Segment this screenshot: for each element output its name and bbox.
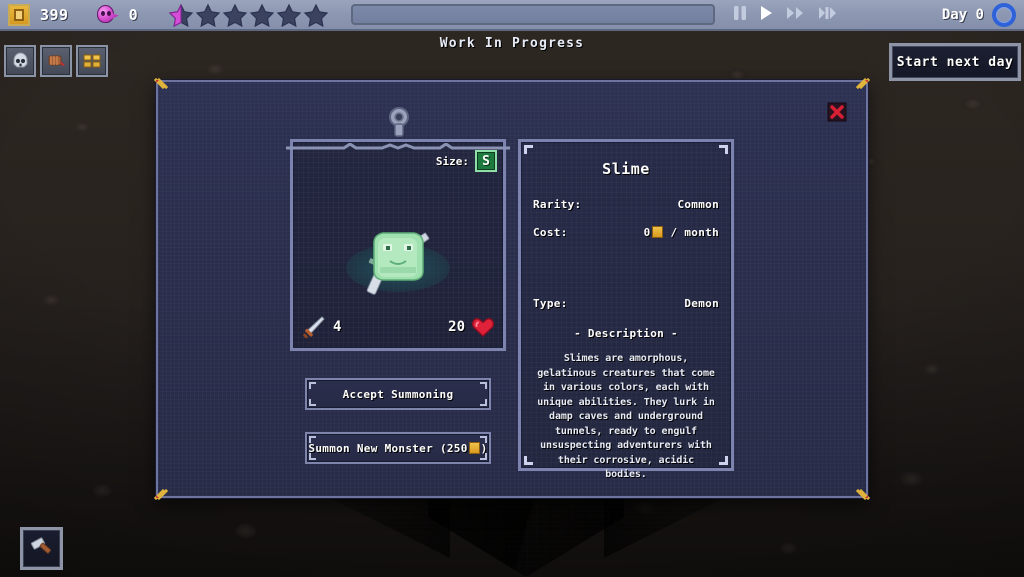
gold-counter: 399 xyxy=(0,0,69,29)
day-label: Day 0 xyxy=(941,6,984,23)
monster-preview-panel: Size: S 4 20 xyxy=(290,139,506,351)
star-empty xyxy=(195,3,221,27)
heart-icon xyxy=(471,318,495,337)
resource-slot-row xyxy=(4,45,108,77)
speed-controls xyxy=(733,5,839,25)
star-empty xyxy=(303,3,329,27)
star-empty xyxy=(276,3,302,27)
play-button[interactable] xyxy=(760,5,773,25)
description-text: Slimes are amorphous, gelatinous creatur… xyxy=(537,353,715,480)
gold-coin-icon xyxy=(468,442,480,454)
monster-name: Slime xyxy=(602,160,650,178)
info-corner-bottom-right xyxy=(719,456,728,465)
cost-value: 0 xyxy=(643,226,651,239)
soul-ghost-icon xyxy=(96,4,119,25)
hammer-icon xyxy=(30,536,51,554)
type-row: Type: Demon xyxy=(533,297,719,310)
monster-info-panel: Slime Rarity: Common Cost: 0 / month Typ… xyxy=(518,139,734,480)
ultra-fast-forward-button[interactable] xyxy=(818,5,839,25)
size-indicator: Size: S xyxy=(436,150,497,172)
soul-value: 0 xyxy=(128,5,139,24)
sword-icon xyxy=(303,316,325,339)
cost-value-group: 0 / month xyxy=(644,226,719,239)
progress-bar xyxy=(351,4,716,25)
skull-resource-slot[interactable] xyxy=(4,45,36,77)
corner-ornament-top-right xyxy=(850,77,871,98)
gold-coin-icon xyxy=(8,3,30,26)
close-icon xyxy=(827,102,847,122)
size-badge: S xyxy=(475,150,497,172)
description-header: - Description - xyxy=(574,327,678,340)
gold-coin-icon xyxy=(651,226,663,238)
size-label: Size: xyxy=(435,154,469,168)
type-label: Type: xyxy=(533,297,568,310)
gold-value: 399 xyxy=(40,5,69,24)
meat-resource-slot[interactable] xyxy=(40,45,72,77)
cost-period: / month xyxy=(670,226,719,239)
star-rating xyxy=(168,3,329,27)
start-next-day-button[interactable]: Start next day xyxy=(889,43,1021,81)
cost-label: Cost: xyxy=(533,226,568,239)
star-empty xyxy=(222,3,248,27)
star-filled xyxy=(168,3,194,27)
slime-body xyxy=(373,232,424,281)
health-value: 20 xyxy=(448,319,465,335)
summon-new-monster-label: Summon New Monster (250 xyxy=(308,441,468,455)
meat-icon xyxy=(48,55,65,66)
corner-ornament-bottom-right xyxy=(850,480,871,501)
gold-bars-resource-slot[interactable] xyxy=(76,45,108,77)
close-dialog-button[interactable] xyxy=(827,102,847,122)
top-hud-bar: 399 0 Day 0 xyxy=(0,0,1024,31)
info-corner-bottom-left xyxy=(524,456,533,465)
day-cycle-ring xyxy=(992,2,1016,27)
summoning-dialog xyxy=(153,77,871,501)
creature-stats: 4 20 xyxy=(301,314,495,340)
info-corner-top-left xyxy=(524,145,533,154)
summon-new-monster-button[interactable]: Summon New Monster (250 ) xyxy=(305,432,491,464)
rarity-value: Common xyxy=(677,198,719,211)
hammer-tool-button[interactable] xyxy=(20,527,63,570)
work-in-progress-banner: Work In Progress xyxy=(439,36,585,51)
corner-ornament-top-left xyxy=(153,77,174,98)
slime-sprite xyxy=(366,232,430,295)
skull-icon xyxy=(13,52,27,67)
gold-bars-icon xyxy=(83,54,101,68)
attack-value: 4 xyxy=(333,319,342,335)
health-stat: 20 xyxy=(448,316,495,338)
fast-forward-button[interactable] xyxy=(786,5,805,25)
info-corner-top-right xyxy=(719,145,728,154)
type-value: Demon xyxy=(684,297,719,310)
soul-counter: 0 xyxy=(69,0,139,29)
rarity-label: Rarity: xyxy=(533,198,582,211)
creature-display xyxy=(293,198,503,308)
corner-ornament-bottom-left xyxy=(153,480,174,501)
game-screen: 399 0 Day 0 Work In Progress Start next … xyxy=(0,0,1024,577)
panel-hanger-bar xyxy=(286,136,510,150)
star-empty xyxy=(249,3,275,27)
attack-stat: 4 xyxy=(301,314,341,340)
pause-button[interactable] xyxy=(733,5,747,25)
accept-summoning-label: Accept Summoning xyxy=(342,387,454,401)
accept-summoning-button[interactable]: Accept Summoning xyxy=(305,378,491,410)
cost-row: Cost: 0 / month xyxy=(533,226,719,239)
rarity-row: Rarity: Common xyxy=(533,198,719,211)
